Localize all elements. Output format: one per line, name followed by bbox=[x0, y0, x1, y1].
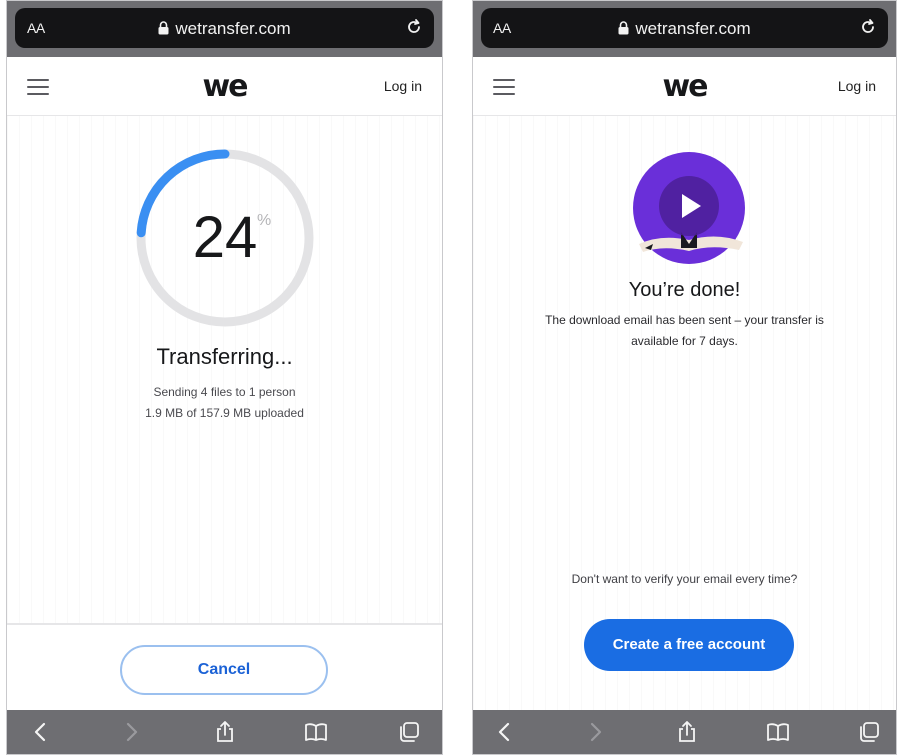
back-icon[interactable] bbox=[493, 720, 517, 744]
share-icon[interactable] bbox=[675, 720, 699, 744]
browser-top-bar: AA wetransfer.com bbox=[7, 1, 442, 57]
email-sent-message: The download email has been sent – your … bbox=[545, 313, 824, 327]
cancel-button[interactable]: Cancel bbox=[120, 645, 328, 695]
percent-sign: % bbox=[257, 212, 272, 229]
wetransfer-logo[interactable]: we bbox=[473, 69, 896, 104]
create-account-button[interactable]: Create a free account bbox=[584, 619, 794, 671]
transfer-complete-panel: You’re done! The download email has been… bbox=[473, 116, 896, 710]
reload-icon[interactable] bbox=[404, 17, 424, 37]
browser-top-bar: AA wetransfer.com bbox=[473, 1, 896, 57]
url-display[interactable]: wetransfer.com bbox=[15, 19, 434, 39]
login-link[interactable]: Log in bbox=[838, 78, 876, 94]
back-icon[interactable] bbox=[29, 720, 53, 744]
url-text: wetransfer.com bbox=[635, 19, 751, 38]
site-header: we Log in bbox=[7, 57, 442, 116]
right-phone-screen: AA wetransfer.com we Log in You’re done!… bbox=[472, 0, 897, 755]
progress-percent: 24 bbox=[192, 205, 258, 270]
bookmarks-icon[interactable] bbox=[766, 720, 790, 744]
lock-icon bbox=[618, 21, 629, 35]
address-bar[interactable]: AA wetransfer.com bbox=[481, 8, 888, 48]
tabs-icon[interactable] bbox=[857, 720, 881, 744]
url-text: wetransfer.com bbox=[175, 19, 291, 38]
forward-icon[interactable] bbox=[119, 720, 143, 744]
lock-icon bbox=[158, 21, 169, 35]
transfer-status-title: Transferring... bbox=[156, 344, 293, 369]
video-thumbnail[interactable] bbox=[631, 152, 747, 264]
done-title: You’re done! bbox=[628, 279, 741, 301]
site-header: we Log in bbox=[473, 57, 896, 116]
login-link[interactable]: Log in bbox=[384, 78, 422, 94]
upload-size-text: 1.9 MB of 157.9 MB uploaded bbox=[145, 406, 304, 420]
tabs-icon[interactable] bbox=[397, 720, 421, 744]
verify-email-prompt: Don't want to verify your email every ti… bbox=[571, 572, 798, 586]
url-display[interactable]: wetransfer.com bbox=[481, 19, 888, 39]
forward-icon[interactable] bbox=[583, 720, 607, 744]
address-bar[interactable]: AA wetransfer.com bbox=[15, 8, 434, 48]
bookmarks-icon[interactable] bbox=[304, 720, 328, 744]
availability-message: available for 7 days. bbox=[631, 334, 738, 348]
wetransfer-logo[interactable]: we bbox=[7, 69, 442, 104]
left-phone-screen: AA wetransfer.com we Log in 24 % Transfe… bbox=[6, 0, 443, 755]
transfer-progress-panel: 24 % Transferring... Sending 4 files to … bbox=[7, 116, 442, 715]
browser-toolbar bbox=[7, 710, 442, 754]
reload-icon[interactable] bbox=[858, 17, 878, 37]
files-recipients-text: Sending 4 files to 1 person bbox=[153, 385, 296, 399]
cancel-footer: Cancel bbox=[7, 623, 442, 715]
browser-toolbar bbox=[473, 710, 896, 754]
share-icon[interactable] bbox=[213, 720, 237, 744]
